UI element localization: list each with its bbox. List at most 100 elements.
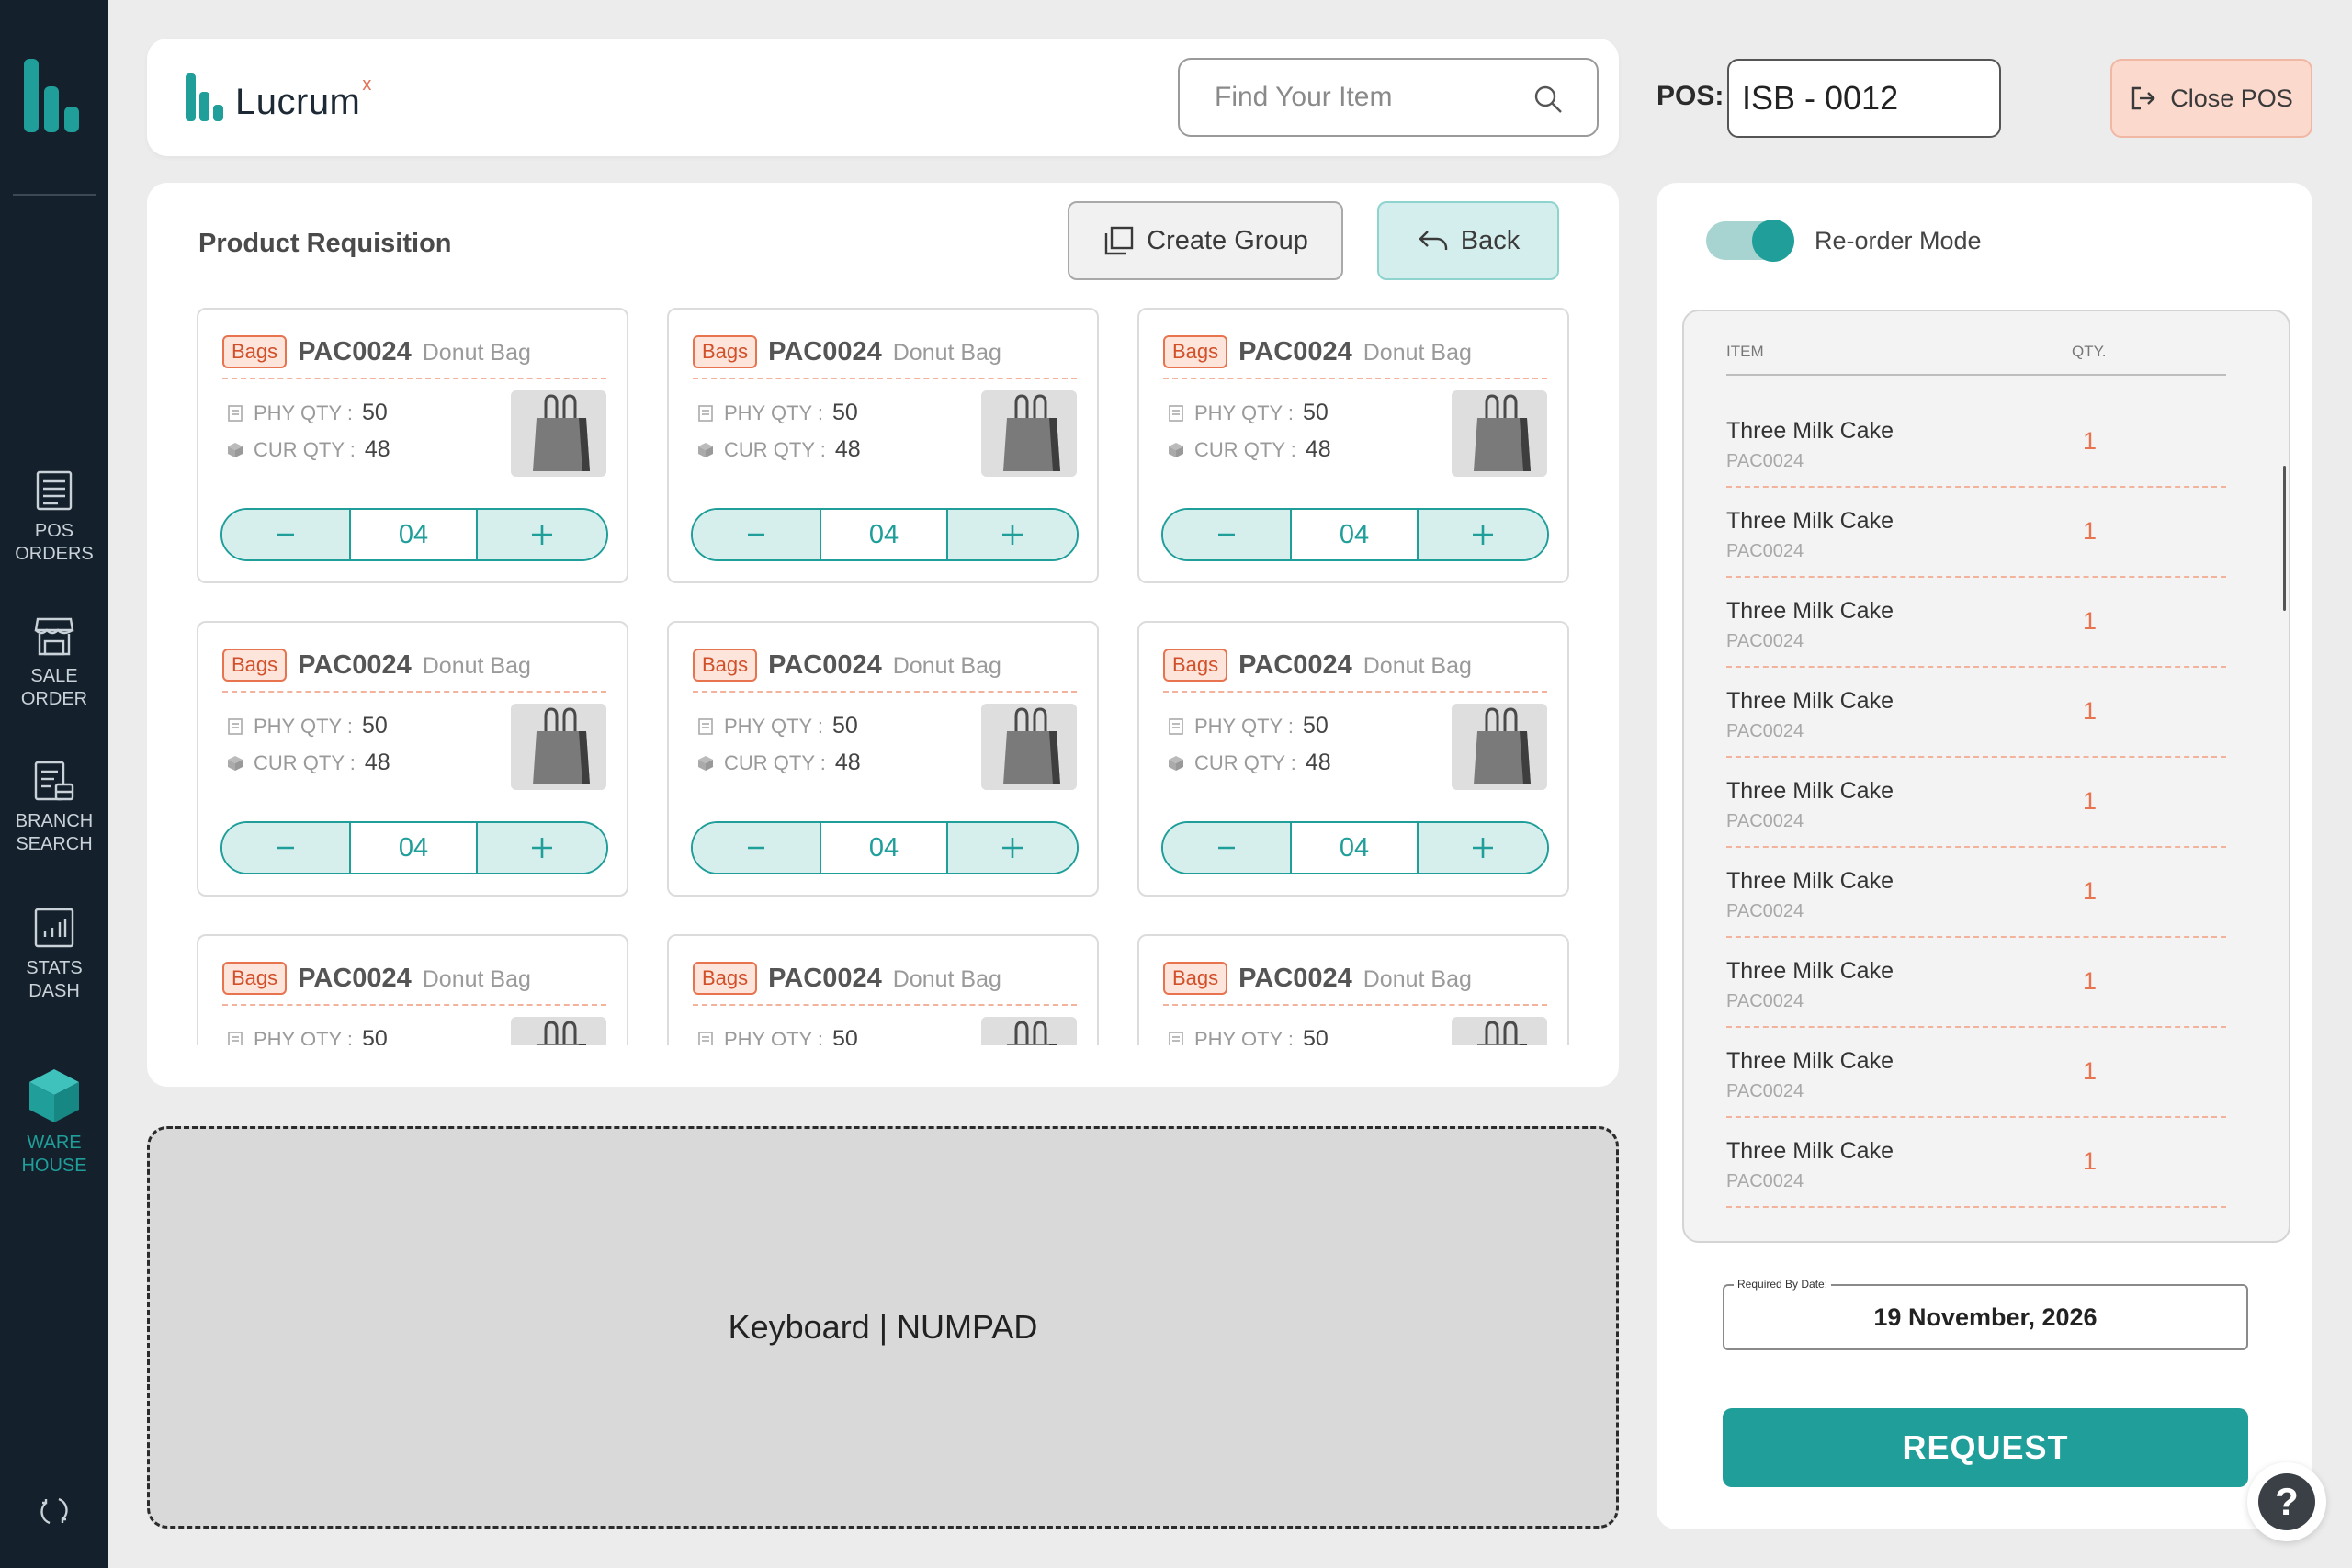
cube-icon	[1169, 442, 1183, 457]
phy-qty-label: PHY QTY :	[1194, 400, 1295, 424]
create-group-button[interactable]: Create Group	[1068, 201, 1343, 280]
search-icon[interactable]	[1532, 84, 1564, 115]
decrement-button[interactable]	[222, 510, 351, 559]
plus-icon	[1473, 525, 1493, 545]
decrement-button[interactable]	[693, 510, 821, 559]
phy-qty-value: 50	[832, 400, 858, 425]
list-item[interactable]: Three Milk Cake PAC0024 1	[1726, 668, 2226, 758]
increment-button[interactable]	[948, 823, 1077, 873]
sidebar-item-sale-order[interactable]: SALE ORDER	[0, 614, 108, 711]
item-qty[interactable]: 1	[2083, 1057, 2097, 1086]
product-card[interactable]: Bags PAC0024 Donut Bag PHY QTY : 50 CUR …	[1137, 621, 1569, 897]
product-code: PAC0024	[1238, 337, 1352, 367]
search-box[interactable]	[1178, 58, 1599, 137]
list-item[interactable]: Three Milk Cake PAC0024 1	[1726, 1028, 2226, 1118]
item-qty[interactable]: 1	[2083, 877, 2097, 906]
cur-qty-label: CUR QTY :	[1194, 750, 1296, 774]
sidebar-item-branch-search[interactable]: BRANCH SEARCH	[0, 759, 108, 856]
quantity-value[interactable]: 04	[1292, 823, 1419, 873]
item-qty[interactable]: 1	[2083, 1147, 2097, 1176]
list-item[interactable]: Three Milk Cake PAC0024 1	[1726, 758, 2226, 848]
list-item[interactable]: Three Milk Cake PAC0024 1	[1726, 1118, 2226, 1208]
minus-icon	[1218, 533, 1235, 536]
list-item[interactable]: Three Milk Cake PAC0024 1	[1726, 578, 2226, 668]
reorder-mode-toggle[interactable]	[1706, 220, 1794, 262]
decrement-button[interactable]	[693, 823, 821, 873]
lucrum-logo-icon[interactable]	[24, 59, 85, 132]
brand: Lucrum x	[186, 73, 371, 121]
keyboard-placeholder[interactable]: Keyboard | NUMPAD	[147, 1126, 1619, 1529]
item-qty[interactable]: 1	[2083, 967, 2097, 996]
search-input[interactable]	[1215, 60, 1518, 135]
item-code: PAC0024	[1726, 631, 1804, 651]
product-card[interactable]: Bags PAC0024 Donut Bag PHY QTY : 50 CUR …	[667, 621, 1099, 897]
request-button[interactable]: REQUEST	[1723, 1408, 2248, 1487]
decrement-button[interactable]	[222, 823, 351, 873]
product-code: PAC0024	[1238, 964, 1352, 993]
quantity-stepper[interactable]: 04	[220, 821, 608, 874]
product-card[interactable]: Bags PAC0024 Donut Bag PHY QTY : 50 CUR …	[197, 621, 628, 897]
quantity-stepper[interactable]: 04	[691, 821, 1079, 874]
product-image	[981, 390, 1077, 477]
cur-qty-label: CUR QTY :	[254, 750, 356, 774]
quantity-value[interactable]: 04	[351, 510, 478, 559]
product-card[interactable]: Bags PAC0024 Donut Bag PHY QTY : 50 CUR …	[667, 934, 1099, 1045]
help-button[interactable]: ?	[2247, 1462, 2326, 1541]
required-by-date-field[interactable]: Required By Date: 19 November, 2026	[1723, 1278, 2248, 1350]
pos-id-field[interactable]: ISB - 0012	[1727, 59, 2001, 138]
product-card[interactable]: Bags PAC0024 Donut Bag PHY QTY : 50 CUR …	[1137, 308, 1569, 583]
list-item[interactable]: Three Milk Cake PAC0024 1	[1726, 938, 2226, 1028]
brand-name: Lucrum	[235, 82, 361, 122]
item-qty[interactable]: 1	[2083, 427, 2097, 456]
product-name: Donut Bag	[892, 966, 1001, 992]
item-qty[interactable]: 1	[2083, 517, 2097, 546]
quantity-stepper[interactable]: 04	[1161, 508, 1549, 561]
list-item[interactable]: Three Milk Cake PAC0024 1	[1726, 488, 2226, 578]
cur-qty-value: 48	[834, 436, 861, 462]
document-icon	[1169, 717, 1183, 735]
product-requisition-panel: Product Requisition Create Group Back Ba…	[147, 183, 1619, 1087]
category-badge: Bags	[222, 962, 288, 995]
cur-qty-label: CUR QTY :	[254, 437, 356, 461]
increment-button[interactable]	[478, 510, 606, 559]
quantity-value[interactable]: 04	[821, 823, 948, 873]
increment-button[interactable]	[478, 823, 606, 873]
scrollbar[interactable]	[2283, 466, 2286, 611]
item-name: Three Milk Cake	[1726, 508, 1894, 534]
document-icon	[698, 1031, 713, 1045]
keyboard-label: Keyboard | NUMPAD	[728, 1308, 1038, 1346]
date-value: 19 November, 2026	[1873, 1303, 2098, 1331]
increment-button[interactable]	[1419, 510, 1547, 559]
close-pos-button[interactable]: Close POS	[2110, 59, 2312, 138]
close-pos-label: Close POS	[2170, 84, 2293, 112]
physical-qty-row: PHY QTY : 50	[1167, 400, 1329, 426]
product-card[interactable]: Bags PAC0024 Donut Bag PHY QTY : 50 CUR …	[1137, 934, 1569, 1045]
quantity-stepper[interactable]: 04	[691, 508, 1079, 561]
order-list[interactable]: ITEM QTY. Three Milk Cake PAC0024 1 Thre…	[1682, 310, 2290, 1243]
quantity-value[interactable]: 04	[1292, 510, 1419, 559]
product-card[interactable]: Bags PAC0024 Donut Bag PHY QTY : 50 CUR …	[667, 308, 1099, 583]
sidebar-item-stats-dash[interactable]: STATS DASH	[0, 906, 108, 1003]
back-button[interactable]: Back	[1377, 201, 1559, 280]
sidebar-item-warehouse[interactable]: WARE HOUSE	[0, 1067, 108, 1178]
decrement-button[interactable]	[1163, 823, 1292, 873]
product-card[interactable]: Bags PAC0024 Donut Bag PHY QTY : 50 CUR …	[197, 308, 628, 583]
item-qty[interactable]: 1	[2083, 787, 2097, 816]
quantity-value[interactable]: 04	[821, 510, 948, 559]
sidebar-item-pos-orders[interactable]: POS ORDERS	[0, 468, 108, 566]
item-qty[interactable]: 1	[2083, 607, 2097, 636]
list-item[interactable]: Three Milk Cake PAC0024 1	[1726, 398, 2226, 488]
product-code: PAC0024	[298, 650, 412, 680]
item-qty[interactable]: 1	[2083, 697, 2097, 726]
quantity-stepper[interactable]: 04	[220, 508, 608, 561]
bag-image	[981, 390, 1077, 477]
list-item[interactable]: Three Milk Cake PAC0024 1	[1726, 848, 2226, 938]
increment-button[interactable]	[948, 510, 1077, 559]
decrement-button[interactable]	[1163, 510, 1292, 559]
increment-button[interactable]	[1419, 823, 1547, 873]
quantity-value[interactable]: 04	[351, 823, 478, 873]
refresh-icon[interactable]	[37, 1494, 72, 1529]
product-card[interactable]: Bags PAC0024 Donut Bag PHY QTY : 50 CUR …	[197, 934, 628, 1045]
quantity-stepper[interactable]: 04	[1161, 821, 1549, 874]
cube-icon	[698, 442, 713, 457]
